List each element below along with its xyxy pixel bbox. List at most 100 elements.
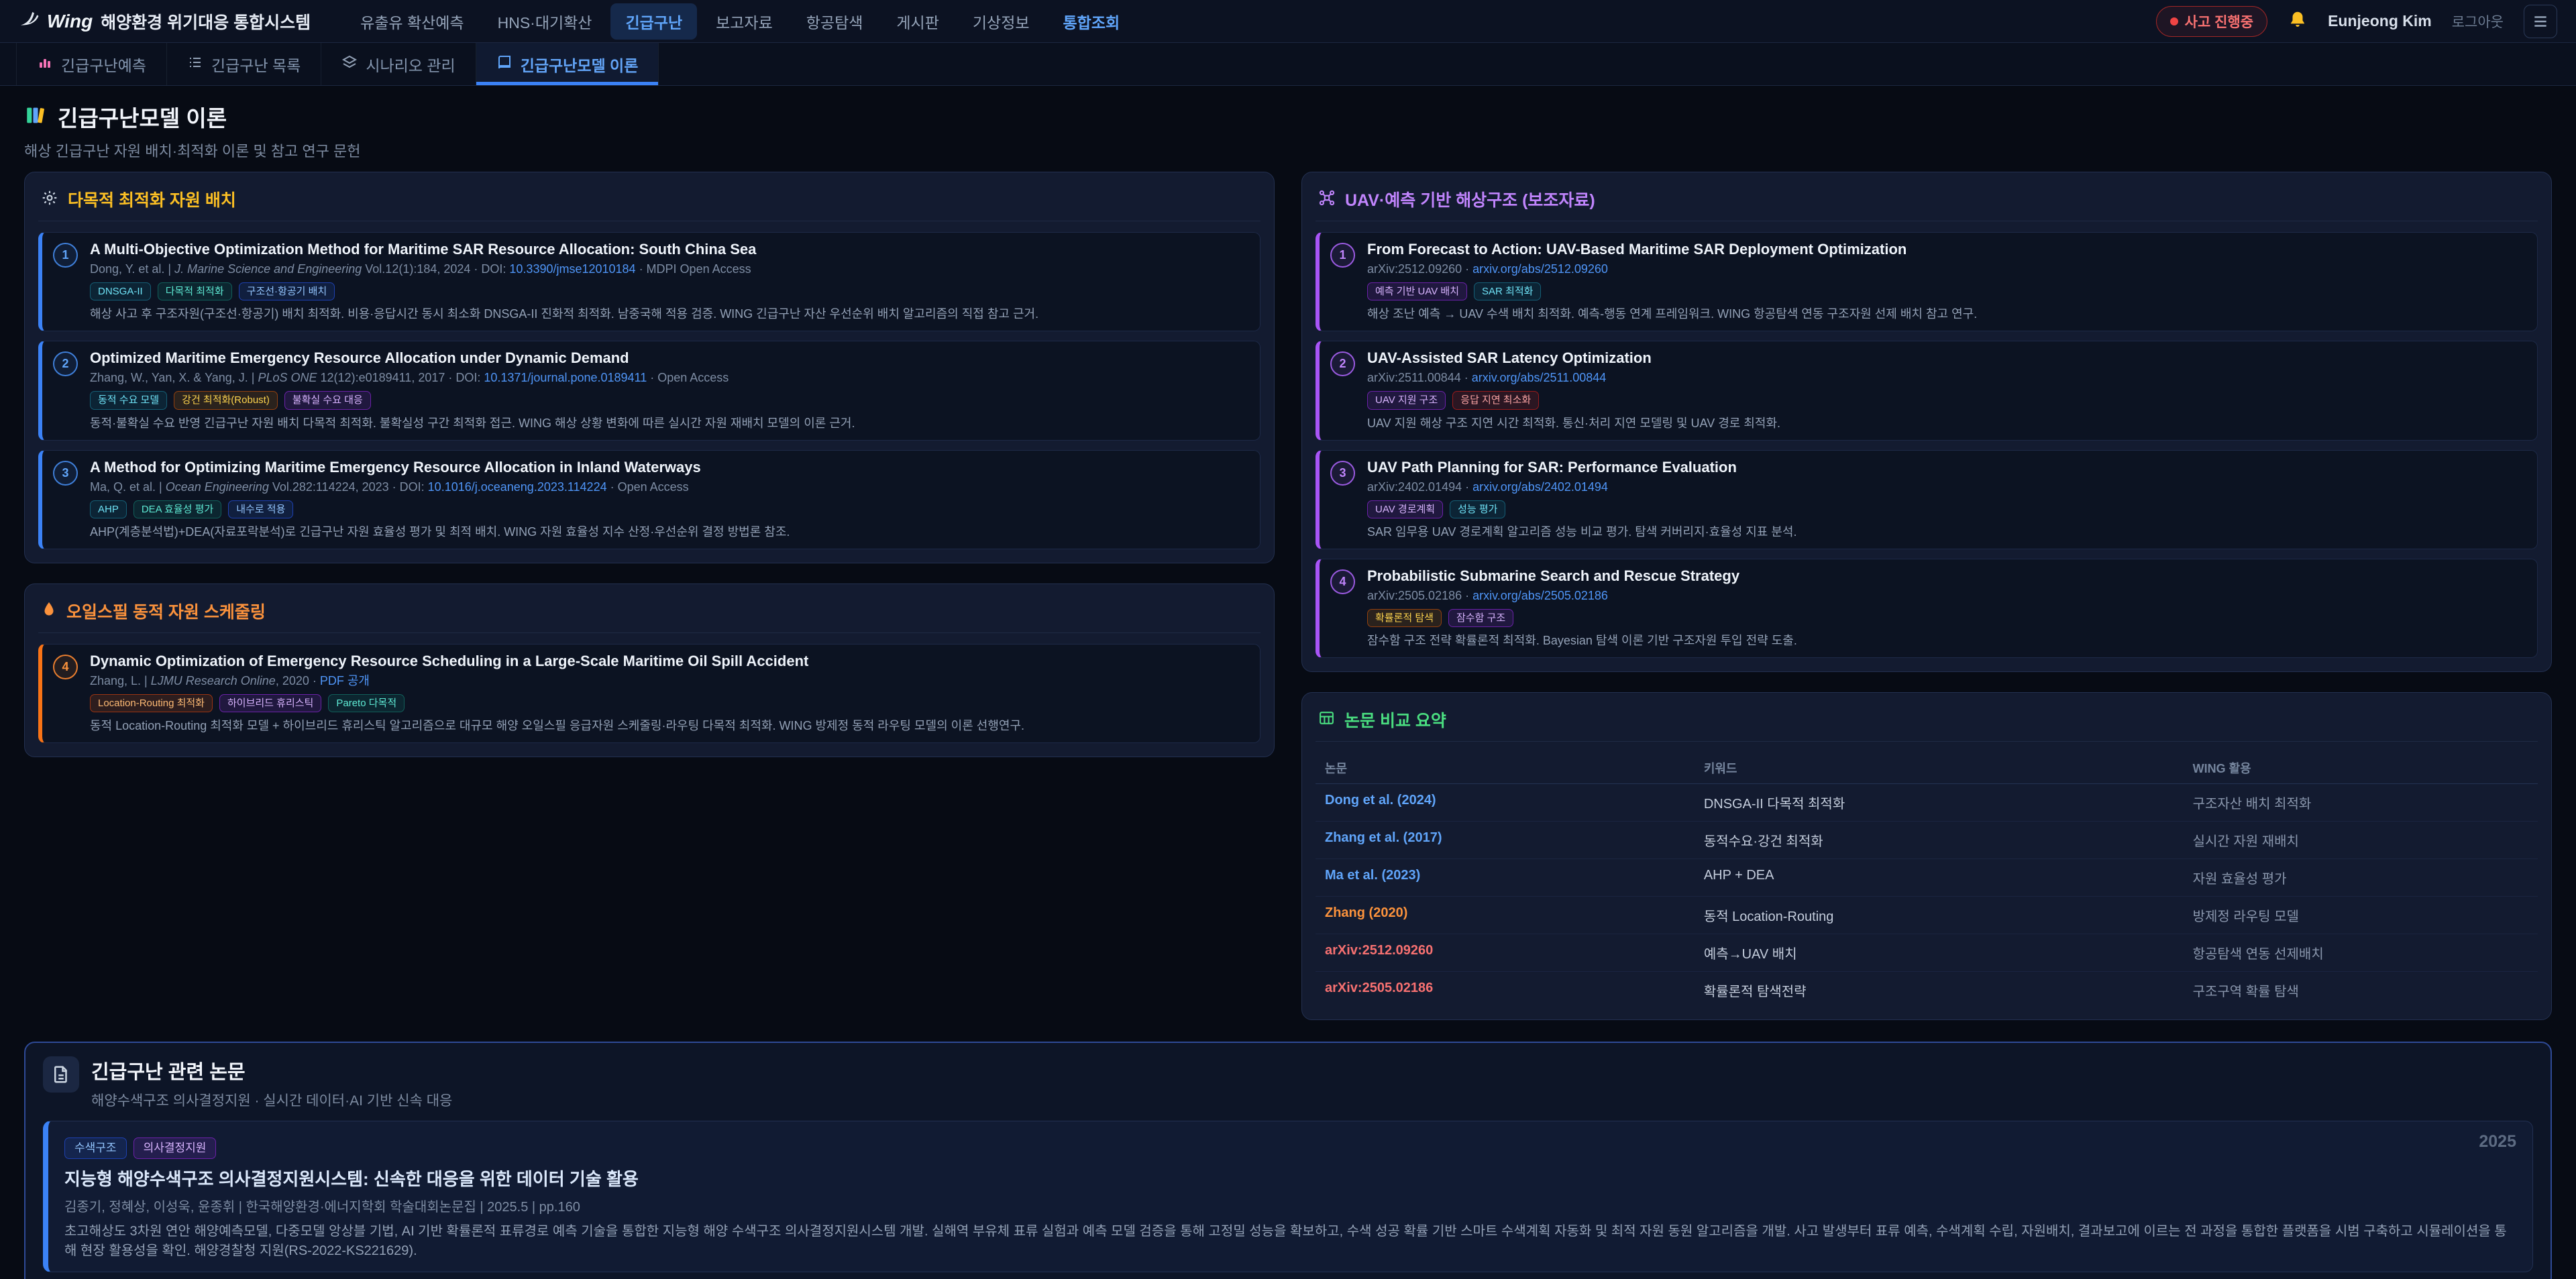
paper-description: UAV 지원 해상 구조 지연 시간 최적화. 통신·처리 지연 모델링 및 U… xyxy=(1367,415,1780,432)
comparison-row: Dong et al. (2024) DNSGA-II 다목적 최적화 구조자산… xyxy=(1316,784,2538,822)
nav-item[interactable]: 긴급구난 xyxy=(610,3,697,40)
drone-icon xyxy=(1318,189,1336,210)
paper-link[interactable]: arxiv.org/abs/2505.02186 xyxy=(1472,589,1608,602)
comparison-row: arXiv:2505.02186 확률론적 탐색전략 구조구역 확률 탐색 xyxy=(1316,972,2538,1009)
tab-scenario-management[interactable]: 시나리오 관리 xyxy=(321,43,476,85)
paper-link[interactable]: arxiv.org/abs/2512.09260 xyxy=(1472,262,1608,276)
oil-drop-icon xyxy=(41,601,57,620)
paper-link[interactable]: 10.1371/journal.pone.0189411 xyxy=(484,371,647,384)
paper-link[interactable]: 10.3390/jmse12010184 xyxy=(509,262,635,276)
paper-card: 1 From Forecast to Action: UAV-Based Mar… xyxy=(1316,232,2538,331)
journal-name: J. Marine Science and Engineering xyxy=(174,262,362,276)
paper-meta: Zhang, W., Yan, X. & Yang, J. | PLoS ONE… xyxy=(90,370,855,386)
tag-chip: DEA 효율성 평가 xyxy=(133,500,221,519)
related-paper-title[interactable]: 지능형 해양수색구조 의사결정지원시스템: 신속한 대응을 위한 데이터 기술 … xyxy=(64,1166,2516,1190)
comparison-paper-link[interactable]: Dong et al. (2024) xyxy=(1325,793,1436,808)
comparison-paper-link[interactable]: arXiv:2505.02186 xyxy=(1325,981,1433,995)
tab-rescue-model-theory[interactable]: 긴급구난모델 이론 xyxy=(476,43,659,85)
related-paper-abstract: 초고해상도 3차원 연안 해양예측모델, 다중모델 앙상블 기법, AI 기반 … xyxy=(64,1222,2516,1261)
tag-chip: UAV 경로계획 xyxy=(1367,500,1443,519)
tag-chip: 내수로 적용 xyxy=(228,500,293,519)
comparison-keywords: 예측→UAV 배치 xyxy=(1695,934,2184,972)
paper-number-badge: 1 xyxy=(53,243,78,268)
comparison-paper-link[interactable]: Zhang (2020) xyxy=(1325,905,1407,920)
tab-rescue-list[interactable]: 긴급구난 목록 xyxy=(167,43,321,85)
nav-item[interactable]: 통합조회 xyxy=(1049,3,1135,40)
journal-name: PLoS ONE xyxy=(258,371,317,384)
paper-link[interactable]: arxiv.org/abs/2511.00844 xyxy=(1472,371,1606,384)
alert-label: 사고 진행중 xyxy=(2185,11,2253,32)
column-header: WING 활용 xyxy=(2184,753,2538,784)
panel-title: 다목적 최적화 자원 배치 xyxy=(68,187,236,211)
alert-dot-icon xyxy=(2170,17,2178,25)
comparison-paper-link[interactable]: Zhang et al. (2017) xyxy=(1325,830,1442,845)
tag-list: 확률론적 탐색잠수함 구조 xyxy=(1367,609,1797,628)
nav-item[interactable]: 게시판 xyxy=(881,3,953,40)
related-subtitle: 해양수색구조 의사결정지원 · 실시간 데이터·AI 기반 신속 대응 xyxy=(91,1090,452,1110)
nav-item[interactable]: 보고자료 xyxy=(701,3,788,40)
paper-number-badge: 2 xyxy=(53,351,78,376)
paper-number-badge: 4 xyxy=(1330,569,1355,594)
nav-item[interactable]: HNS·대기확산 xyxy=(483,3,607,40)
tag-list: DNSGA-II다목적 최적화구조선·항공기 배치 xyxy=(90,282,1038,301)
tag-chip: 응답 지연 최소화 xyxy=(1452,391,1539,410)
tag-list: 수색구조의사결정지원 xyxy=(64,1137,216,1159)
paper-description: SAR 임무용 UAV 경로계획 알고리즘 성능 비교 평가. 탐색 커버리지·… xyxy=(1367,524,1797,541)
tag-list: UAV 경로계획성능 평가 xyxy=(1367,500,1797,519)
page-title: 긴급구난모델 이론 xyxy=(58,101,227,133)
journal-name: LJMU Research Online xyxy=(151,674,276,687)
tag-list: AHPDEA 효율성 평가내수로 적용 xyxy=(90,500,790,519)
nav-item[interactable]: 항공탐색 xyxy=(792,3,878,40)
tag-chip: 강건 최적화(Robust) xyxy=(174,391,278,410)
nav-item[interactable]: 유출유 확산예측 xyxy=(345,3,479,40)
comparison-usage: 구조구역 확률 탐색 xyxy=(2184,972,2538,1009)
paper-link[interactable]: PDF 공개 xyxy=(320,674,370,687)
paper-number-badge: 3 xyxy=(1330,461,1355,486)
paper-card: 1 A Multi-Objective Optimization Method … xyxy=(38,232,1260,331)
logo-text: Wing xyxy=(47,11,93,32)
paper-description: AHP(계층분석법)+DEA(자료포락분석)로 긴급구난 자원 효율성 평가 및… xyxy=(90,524,790,541)
comparison-usage: 실시간 자원 재배치 xyxy=(2184,822,2538,859)
tag-chip: 예측 기반 UAV 배치 xyxy=(1367,282,1467,301)
comparison-paper-link[interactable]: Ma et al. (2023) xyxy=(1325,868,1420,883)
paper-title: From Forecast to Action: UAV-Based Marit… xyxy=(1367,241,1977,258)
layers-icon xyxy=(341,54,358,74)
tag-chip: 확률론적 탐색 xyxy=(1367,609,1442,628)
paper-link[interactable]: arxiv.org/abs/2402.01494 xyxy=(1472,480,1608,494)
paper-link[interactable]: 10.1016/j.oceaneng.2023.114224 xyxy=(428,480,607,494)
comparison-row: Zhang et al. (2017) 동적수요·강건 최적화 실시간 자원 재… xyxy=(1316,822,2538,859)
paper-card: 3 A Method for Optimizing Maritime Emerg… xyxy=(38,450,1260,549)
tag-chip: DNSGA-II xyxy=(90,282,151,301)
tag-list: UAV 지원 구조응답 지연 최소화 xyxy=(1367,391,1780,410)
paper-title: Optimized Maritime Emergency Resource Al… xyxy=(90,349,855,367)
hamburger-icon xyxy=(2532,13,2549,30)
hamburger-menu-button[interactable] xyxy=(2524,5,2557,38)
left-column: 다목적 최적화 자원 배치 1 A Multi-Objective Optimi… xyxy=(24,172,1275,777)
tab-rescue-forecast[interactable]: 긴급구난예측 xyxy=(16,43,167,85)
comparison-usage: 방제정 라우팅 모델 xyxy=(2184,897,2538,934)
brand-logo[interactable]: Wing 해양환경 위기대응 통합시스템 xyxy=(19,8,311,34)
bell-icon[interactable] xyxy=(2288,9,2308,33)
table-icon xyxy=(1318,710,1335,730)
paper-meta: arXiv:2512.09260 · arxiv.org/abs/2512.09… xyxy=(1367,262,1977,277)
panel-paper-comparison: 논문 비교 요약 논문 키워드 WING 활용 Do xyxy=(1301,692,2552,1020)
publication-year: 2025 xyxy=(2479,1132,2516,1152)
panel-oilspill-scheduling: 오일스필 동적 자원 스케줄링 4 Dynamic Optimization o… xyxy=(24,583,1275,757)
tag-chip: 하이브리드 휴리스틱 xyxy=(219,694,321,713)
paper-meta: Dong, Y. et al. | J. Marine Science and … xyxy=(90,262,1038,277)
related-title: 긴급구난 관련 논문 xyxy=(91,1056,452,1085)
logout-button[interactable]: 로그아웃 xyxy=(2452,11,2504,32)
tag-chip: 불확실 수요 대응 xyxy=(284,391,371,410)
paper-card: 4 Dynamic Optimization of Emergency Reso… xyxy=(38,644,1260,743)
related-paper-list: 수색구조의사결정지원 2025 지능형 해양수색구조 의사결정지원시스템: 신속… xyxy=(43,1121,2533,1279)
gear-icon xyxy=(41,189,58,210)
paper-title: A Method for Optimizing Maritime Emergen… xyxy=(90,459,790,476)
panel-header: 다목적 최적화 자원 배치 xyxy=(38,183,1260,221)
comparison-paper-link[interactable]: arXiv:2512.09260 xyxy=(1325,943,1433,958)
list-icon xyxy=(187,54,203,74)
nav-item[interactable]: 기상정보 xyxy=(958,3,1044,40)
app-root: Wing 해양환경 위기대응 통합시스템 유출유 확산예측 HNS·대기확산 긴… xyxy=(0,0,2576,1279)
comparison-keywords: 동적수요·강건 최적화 xyxy=(1695,822,2184,859)
comparison-keywords: 동적 Location-Routing xyxy=(1695,897,2184,934)
incident-status-badge[interactable]: 사고 진행중 xyxy=(2156,6,2267,37)
